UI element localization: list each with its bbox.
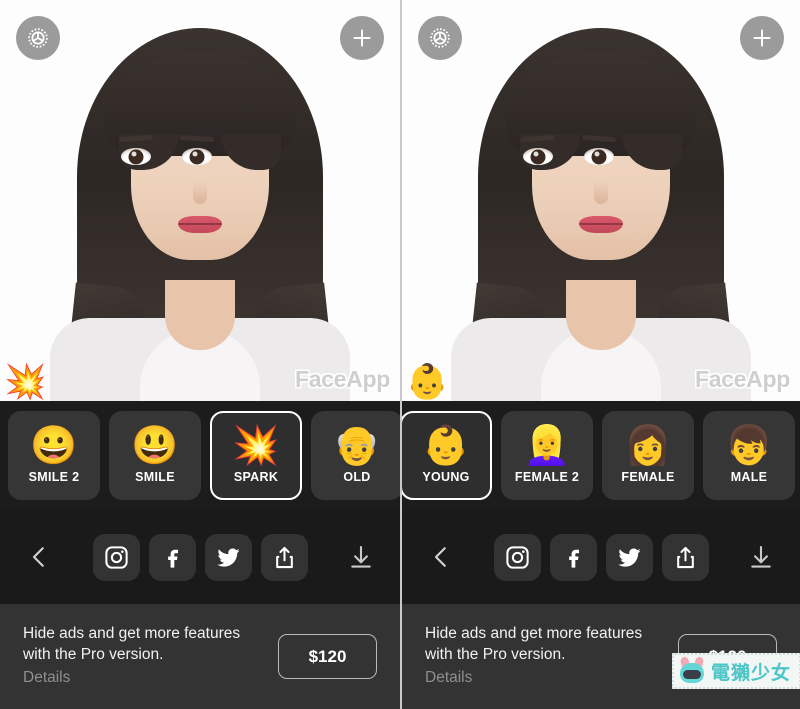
gear-icon	[25, 25, 51, 51]
filter-emoji: 💥	[232, 425, 280, 467]
share-instagram-button[interactable]	[92, 533, 140, 581]
promo-line-1: Hide ads and get more features	[23, 625, 241, 643]
share-icon	[672, 544, 699, 571]
filter-emoji: 👩	[624, 425, 672, 467]
filter-tile-spark[interactable]: 💥 SPARK	[210, 411, 302, 500]
filter-emoji: 😃	[131, 425, 179, 467]
panel-left: 💥 FaceApp 😀 SMILE 2 😃 SMILE 💥 SPARK 👴 OL…	[0, 0, 400, 709]
download-icon	[346, 542, 376, 572]
photo-preview-right[interactable]: 👶 FaceApp	[402, 0, 800, 401]
filter-strip-left[interactable]: 😀 SMILE 2 😃 SMILE 💥 SPARK 👴 OLD	[0, 401, 400, 510]
filter-emoji: 👱‍♀️	[523, 425, 571, 467]
filter-emoji: 😀	[30, 425, 78, 467]
portrait-neck	[566, 280, 636, 350]
photo-overlay-emoji: 👶	[406, 363, 449, 401]
instagram-icon	[103, 544, 130, 571]
filter-tile-young[interactable]: 👶 YOUNG	[402, 411, 492, 500]
filter-tile-smile[interactable]: 😃 SMILE	[109, 411, 201, 500]
filter-tile-male[interactable]: 👦 MALE	[703, 411, 795, 500]
portrait-nose	[594, 182, 608, 204]
filter-emoji: 👦	[725, 425, 773, 467]
settings-button[interactable]	[16, 16, 60, 60]
promo-line-2: with the Pro version.	[23, 646, 164, 664]
faceapp-comparison-screenshot: 💥 FaceApp 😀 SMILE 2 😃 SMILE 💥 SPARK 👴 OL…	[0, 0, 800, 709]
promo-line-1: Hide ads and get more features	[425, 625, 643, 643]
portrait-eye-left	[121, 148, 151, 165]
download-button[interactable]	[744, 540, 778, 574]
filter-tile-smile2[interactable]: 😀 SMILE 2	[8, 411, 100, 500]
promo-bar-right: Hide ads and get more features with the …	[402, 604, 800, 709]
back-button[interactable]	[22, 540, 56, 574]
filter-tile-female2[interactable]: 👱‍♀️ FEMALE 2	[501, 411, 593, 500]
filter-label: OLD	[343, 470, 371, 484]
filter-emoji: 👴	[333, 425, 381, 467]
download-button[interactable]	[344, 540, 378, 574]
filter-emoji: 👶	[422, 425, 470, 467]
panel-right: 👶 FaceApp 👶 YOUNG 👱‍♀️ FEMALE 2 👩 FEMALE…	[400, 0, 800, 709]
plus-icon	[349, 25, 375, 51]
purchase-price-button[interactable]: $120	[278, 634, 377, 679]
filter-label: SPARK	[233, 470, 279, 484]
filter-tile-female[interactable]: 👩 FEMALE	[602, 411, 694, 500]
faceapp-watermark: FaceApp	[694, 366, 790, 392]
facebook-icon	[560, 544, 587, 571]
portrait-nose	[193, 182, 207, 204]
back-button[interactable]	[424, 540, 458, 574]
share-facebook-button[interactable]	[549, 533, 597, 581]
twitter-icon	[215, 544, 242, 571]
plus-icon	[749, 25, 775, 51]
filter-label: SMILE	[135, 470, 175, 484]
portrait-eye-right	[584, 148, 614, 165]
share-instagram-button[interactable]	[493, 533, 541, 581]
otter-mascot-icon	[678, 656, 706, 685]
download-icon	[746, 542, 776, 572]
filter-label: SMILE 2	[28, 470, 80, 484]
portrait-lips	[579, 216, 623, 233]
portrait-eye-right	[182, 148, 212, 165]
faceapp-watermark: FaceApp	[294, 366, 390, 392]
promo-line-2: with the Pro version.	[425, 646, 566, 664]
promo-bar-left: Hide ads and get more features with the …	[0, 604, 400, 709]
portrait-eye-left	[523, 148, 553, 165]
filter-label: FEMALE	[621, 470, 675, 484]
promo-text: Hide ads and get more features with the …	[23, 623, 278, 689]
twitter-icon	[616, 544, 643, 571]
share-facebook-button[interactable]	[148, 533, 196, 581]
promo-text: Hide ads and get more features with the …	[425, 623, 678, 689]
filter-label: YOUNG	[422, 470, 470, 484]
add-photo-button[interactable]	[740, 16, 784, 60]
share-icon	[271, 544, 298, 571]
share-twitter-button[interactable]	[605, 533, 653, 581]
filter-label: MALE	[730, 470, 768, 484]
portrait-neck	[165, 280, 235, 350]
share-targets	[56, 533, 344, 581]
share-toolbar-right	[402, 510, 800, 604]
facebook-icon	[159, 544, 186, 571]
portrait-lips	[178, 216, 222, 233]
share-more-button[interactable]	[260, 533, 308, 581]
gear-icon	[427, 25, 453, 51]
add-photo-button[interactable]	[340, 16, 384, 60]
share-twitter-button[interactable]	[204, 533, 252, 581]
chevron-left-icon	[24, 542, 54, 572]
promo-details-link[interactable]: Details	[425, 666, 678, 689]
filter-label: FEMALE 2	[514, 470, 580, 484]
photo-overlay-emoji: 💥	[4, 363, 47, 401]
settings-button[interactable]	[418, 16, 462, 60]
promo-details-link[interactable]: Details	[23, 666, 278, 689]
instagram-icon	[504, 544, 531, 571]
share-more-button[interactable]	[661, 533, 709, 581]
brand-watermark-text: 電獺少女	[710, 662, 791, 684]
share-targets	[458, 533, 744, 581]
filter-tile-old[interactable]: 👴 OLD	[311, 411, 400, 500]
brand-watermark: 電獺少女	[671, 653, 800, 689]
chevron-left-icon	[426, 542, 456, 572]
filter-strip-right[interactable]: 👶 YOUNG 👱‍♀️ FEMALE 2 👩 FEMALE 👦 MALE	[402, 401, 800, 510]
photo-preview-left[interactable]: 💥 FaceApp	[0, 0, 400, 401]
share-toolbar-left	[0, 510, 400, 604]
